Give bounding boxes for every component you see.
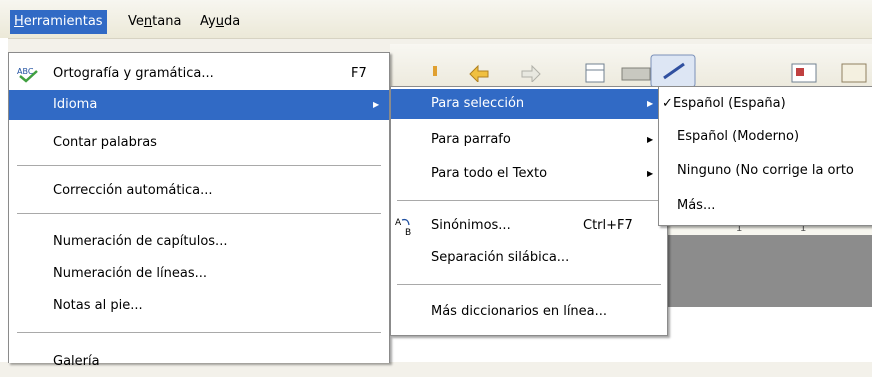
menu-item-notas-pie[interactable]: Notas al pie... (9, 291, 389, 321)
menu-item-separacion-silabica[interactable]: Separación silábica... (391, 243, 667, 273)
navigator-icon[interactable] (790, 62, 818, 88)
menu-item-label: Para parrafo (431, 132, 511, 147)
svg-text:B: B (405, 228, 411, 236)
redo-icon[interactable] (520, 62, 544, 86)
menu-item-label: Corrección automática... (53, 183, 213, 198)
gallery-icon[interactable] (840, 62, 868, 88)
menu-item-label: Español (España) (673, 96, 786, 111)
menu-ventana[interactable]: Ventana (124, 10, 185, 34)
para-seleccion-submenu: ✓ Español (España) Español (Moderno) Nin… (658, 86, 872, 226)
menu-item-ortografia[interactable]: ABC Ortografía y gramática... F7 (9, 59, 389, 89)
menu-herramientas[interactable]: Herramientas (10, 10, 107, 34)
menu-item-mas-diccionarios[interactable]: Más diccionarios en línea... (391, 297, 667, 327)
menu-item-label: Separación silábica... (431, 250, 570, 265)
document-edge (0, 38, 8, 362)
menu-item-label: Galería (53, 354, 100, 369)
submenu-arrow-icon: ▶ (373, 100, 380, 109)
menu-item-para-todo-texto[interactable]: Para todo el Texto ▶ (391, 159, 667, 189)
menu-item-sinonimos[interactable]: AB Sinónimos... Ctrl+F7 (391, 211, 667, 241)
submenu-arrow-icon: ▶ (647, 135, 654, 144)
menu-ayuda[interactable]: Ayuda (196, 10, 244, 34)
menu-separator (397, 284, 661, 285)
menu-item-label: Notas al pie... (53, 298, 143, 313)
menu-item-ninguno[interactable]: Ninguno (No corrige la orto (659, 156, 872, 186)
menu-separator (17, 332, 381, 333)
menu-item-mas[interactable]: Más... (659, 191, 872, 221)
svg-text:A: A (395, 218, 402, 228)
undo-icon[interactable] (466, 62, 490, 86)
menu-item-label: Más... (677, 198, 716, 213)
menu-item-label: Español (Moderno) (677, 129, 800, 144)
menu-item-label: Sinónimos... (431, 218, 511, 233)
menu-item-numeracion-lineas[interactable]: Numeración de líneas... (9, 259, 389, 289)
menu-item-galeria[interactable]: Galería (9, 347, 389, 377)
menu-item-shortcut: Ctrl+F7 (583, 218, 633, 233)
menu-item-contar-palabras[interactable]: Contar palabras (9, 128, 389, 158)
menu-separator (397, 200, 661, 201)
menu-item-numeracion-capitulos[interactable]: Numeración de capítulos... (9, 227, 389, 257)
menu-item-label: Numeración de líneas... (53, 266, 208, 281)
menu-separator (17, 213, 381, 214)
menu-item-label: Contar palabras (53, 135, 157, 150)
check-icon: ✓ (662, 96, 673, 111)
menu-item-label: Más diccionarios en línea... (431, 304, 608, 319)
menu-item-label: Para selección (431, 96, 525, 111)
menu-item-label: Para todo el Texto (431, 166, 548, 181)
insert-table-icon[interactable] (584, 62, 606, 88)
frame-icon[interactable] (620, 62, 652, 86)
menu-item-espanol-moderno[interactable]: Español (Moderno) (659, 122, 872, 152)
idioma-submenu: Para selección ▶ Para parrafo ▶ Para tod… (390, 86, 668, 336)
menubar: Herramientas Ventana Ayuda (0, 0, 872, 39)
menu-item-espanol-espana[interactable]: ✓ Español (España) (659, 89, 872, 119)
menu-item-correccion-automatica[interactable]: Corrección automática... (9, 176, 389, 206)
menu-item-label: Numeración de capítulos... (53, 234, 228, 249)
submenu-arrow-icon: ▶ (647, 169, 654, 178)
toolbar-button-bullet-icon[interactable] (430, 62, 440, 78)
submenu-arrow-icon: ▶ (647, 99, 654, 108)
menu-item-label: Ortografía y gramática... (53, 66, 214, 81)
menu-item-shortcut: F7 (351, 66, 367, 81)
menu-item-idioma[interactable]: Idioma ▶ (9, 90, 389, 120)
menu-separator (17, 165, 381, 166)
herramientas-menu: ABC Ortografía y gramática... F7 Idioma … (8, 52, 390, 369)
menu-item-label: Ninguno (No corrige la orto (677, 163, 854, 178)
menu-item-label: Idioma (53, 97, 98, 112)
menu-item-para-seleccion[interactable]: Para selección ▶ (391, 89, 667, 119)
menu-item-para-parrafo[interactable]: Para parrafo ▶ (391, 125, 667, 155)
